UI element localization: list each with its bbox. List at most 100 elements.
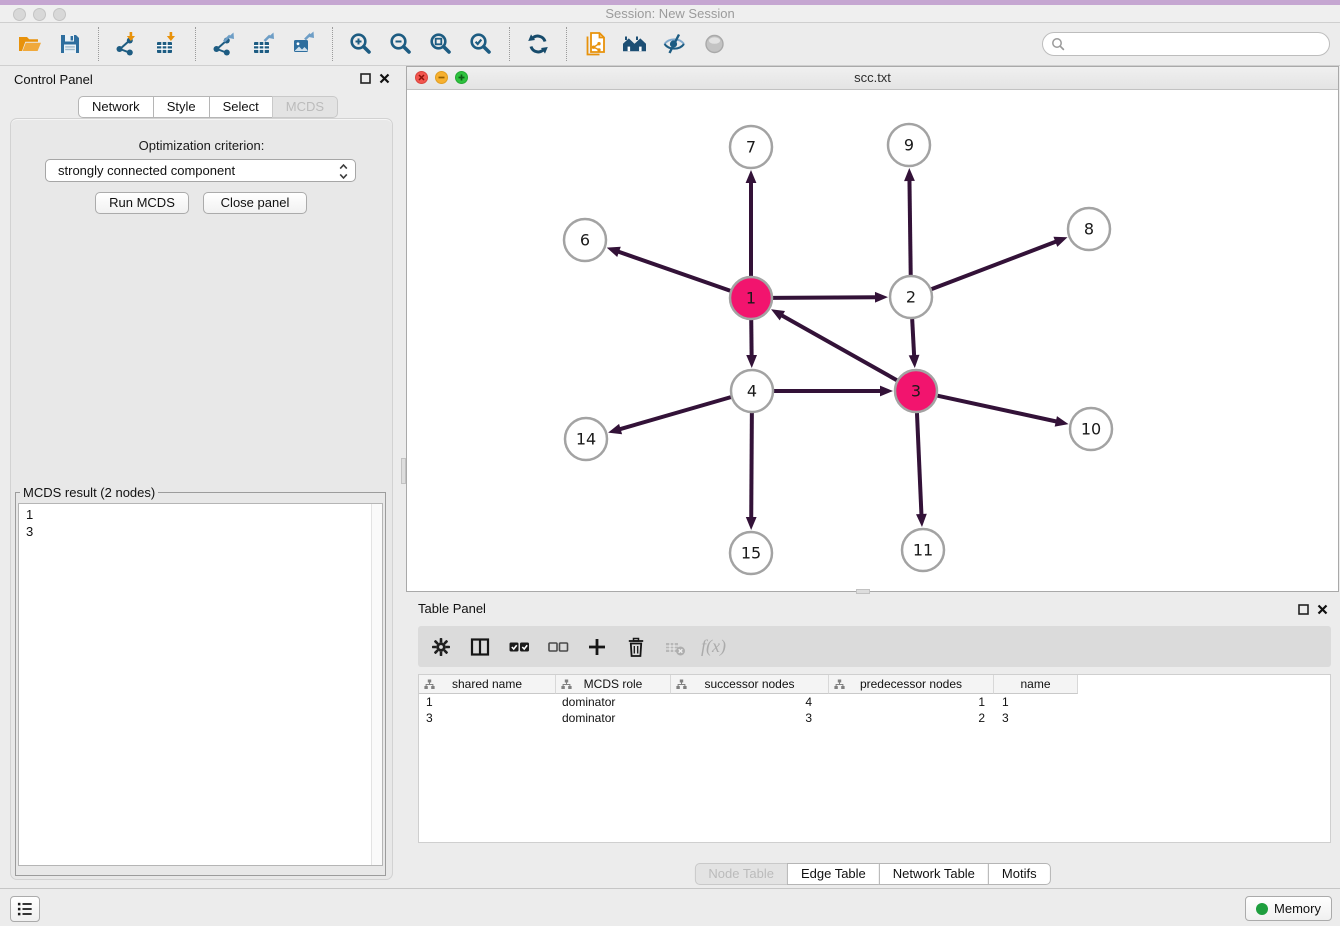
minimize-window-button[interactable]	[33, 8, 46, 21]
network-view-window: scc.txt 1234678910111415	[406, 66, 1339, 592]
graph-edge-2-8[interactable]	[932, 241, 1059, 289]
unselect-all-columns-button[interactable]	[545, 634, 571, 660]
export-network-button[interactable]	[204, 25, 244, 63]
save-session-button[interactable]	[50, 25, 90, 63]
column-label: shared name	[452, 677, 522, 691]
zoom-fit-button[interactable]	[421, 25, 461, 63]
import-table-button[interactable]	[147, 25, 187, 63]
graph-edge-arrow	[909, 355, 920, 368]
tab-motifs[interactable]: Motifs	[988, 863, 1051, 885]
cell-name: 1	[994, 695, 1078, 709]
graph-node-label: 1	[746, 289, 756, 308]
table-row[interactable]: 3 dominator 3 2 3	[419, 710, 1330, 726]
close-window-button[interactable]	[13, 8, 26, 21]
column-header-successor-nodes[interactable]: successor nodes	[671, 675, 829, 694]
show-columns-button[interactable]	[467, 634, 493, 660]
new-network-from-file-button[interactable]	[575, 25, 615, 63]
show-all-button[interactable]	[695, 25, 735, 63]
column-header-name[interactable]: name	[994, 675, 1078, 694]
optimization-criterion-label: Optimization criterion:	[11, 138, 392, 153]
tab-edge-table[interactable]: Edge Table	[787, 863, 880, 885]
graph-node-label: 10	[1081, 420, 1101, 439]
home-button[interactable]	[615, 25, 655, 63]
zoom-view-button[interactable]	[455, 71, 468, 84]
result-scrollbar[interactable]	[371, 504, 382, 865]
table-panel-controls	[1298, 604, 1328, 615]
table-options-button[interactable]	[428, 634, 454, 660]
tab-network[interactable]: Network	[78, 96, 154, 118]
graph-edge-2-3[interactable]	[912, 319, 914, 358]
close-panel-icon[interactable]	[1317, 604, 1328, 615]
tab-mcds[interactable]: MCDS	[272, 96, 338, 118]
graph-edge-1-6[interactable]	[616, 251, 730, 291]
table-panel-title: Table Panel	[418, 601, 486, 616]
graph-edge-4-14[interactable]	[618, 397, 731, 430]
graph-edge-4-15[interactable]	[751, 413, 752, 520]
mcds-result-text[interactable]: 1 3	[18, 503, 383, 866]
cell-shared-name: 1	[419, 695, 556, 709]
close-panel-button[interactable]: Close panel	[203, 192, 307, 214]
add-column-button[interactable]	[584, 634, 610, 660]
control-panel: Control Panel Network Style Select MCDS …	[0, 66, 401, 886]
open-session-button[interactable]	[10, 25, 50, 63]
tab-network-table[interactable]: Network Table	[879, 863, 989, 885]
graph-edge-arrow	[1053, 237, 1067, 247]
zoom-selected-button[interactable]	[461, 25, 501, 63]
graph-node-label: 7	[746, 138, 756, 157]
optimization-criterion-select[interactable]: strongly connected component	[45, 159, 356, 182]
search-input[interactable]	[1070, 37, 1321, 52]
import-network-button[interactable]	[107, 25, 147, 63]
zoom-out-button[interactable]	[381, 25, 421, 63]
refresh-view-button[interactable]	[518, 25, 558, 63]
houses-icon	[622, 31, 648, 57]
list-icon	[15, 899, 35, 919]
task-history-button[interactable]	[10, 896, 40, 922]
network-canvas[interactable]: 1234678910111415	[407, 90, 1338, 591]
minimize-view-button[interactable]	[435, 71, 448, 84]
graph-edge-3-1[interactable]	[780, 314, 897, 380]
search-box[interactable]	[1042, 32, 1330, 56]
graph-edge-1-2[interactable]	[773, 297, 878, 298]
horizontal-splitter-handle[interactable]	[856, 589, 870, 594]
run-mcds-button[interactable]: Run MCDS	[95, 192, 189, 214]
toolbar-separator	[195, 27, 196, 61]
hide-selected-button[interactable]	[655, 25, 695, 63]
close-panel-icon[interactable]	[379, 73, 390, 84]
export-image-button[interactable]	[284, 25, 324, 63]
tab-style[interactable]: Style	[153, 96, 210, 118]
cell-mcds-role: dominator	[556, 711, 671, 725]
graph-edge-3-10[interactable]	[937, 396, 1058, 422]
memory-button[interactable]: Memory	[1245, 896, 1332, 921]
table-row[interactable]: 1 dominator 4 1 1	[419, 694, 1330, 710]
close-view-button[interactable]	[415, 71, 428, 84]
tab-select[interactable]: Select	[209, 96, 273, 118]
select-all-columns-button[interactable]	[506, 634, 532, 660]
apply-function-button[interactable]: f(x)	[701, 634, 726, 660]
delete-table-icon	[663, 635, 687, 659]
result-line: 3	[26, 523, 382, 540]
column-header-mcds-role[interactable]: MCDS role	[556, 675, 671, 694]
graph-edge-arrow	[880, 386, 893, 397]
graph-edge-3-11[interactable]	[917, 413, 922, 517]
float-panel-icon[interactable]	[360, 73, 371, 84]
graph-edge-2-9[interactable]	[909, 178, 910, 275]
tab-node-table[interactable]: Node Table	[694, 863, 788, 885]
float-panel-icon[interactable]	[1298, 604, 1309, 615]
zoom-window-button[interactable]	[53, 8, 66, 21]
export-table-button[interactable]	[244, 25, 284, 63]
mcds-tab-content: Optimization criterion: strongly connect…	[10, 118, 393, 880]
zoom-in-button[interactable]	[341, 25, 381, 63]
vertical-splitter-handle[interactable]	[401, 458, 406, 484]
export-table-icon	[251, 31, 277, 57]
column-header-shared-name[interactable]: shared name	[419, 675, 556, 694]
network-graph: 1234678910111415	[407, 90, 1338, 591]
optimization-criterion-value: strongly connected component	[58, 163, 235, 178]
graph-node-label: 3	[911, 382, 921, 401]
delete-table-button[interactable]	[662, 634, 688, 660]
graph-edge-arrow	[1055, 416, 1069, 427]
column-header-predecessor-nodes[interactable]: predecessor nodes	[829, 675, 994, 694]
select-spinner-icon	[339, 163, 348, 186]
delete-column-button[interactable]	[623, 634, 649, 660]
network-view-controls	[415, 71, 468, 84]
memory-status-icon	[1256, 903, 1268, 915]
